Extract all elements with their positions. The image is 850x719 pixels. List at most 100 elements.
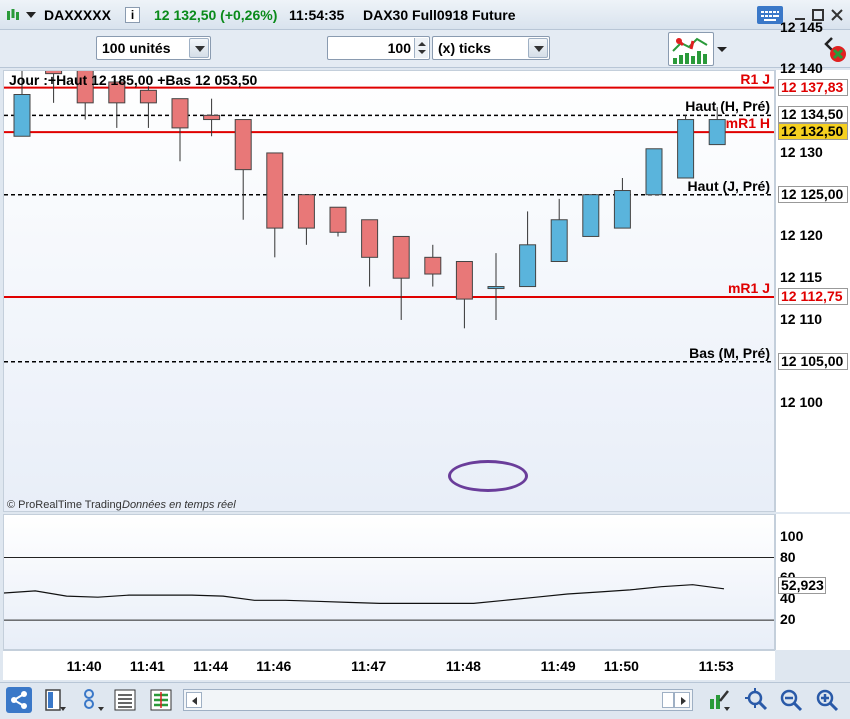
- oscillator-canvas: [4, 557, 774, 621]
- oscillator-value-box: 52,923: [778, 576, 826, 594]
- candle-body: [708, 119, 726, 146]
- chart-type-icon[interactable]: [668, 32, 714, 66]
- candle-body: [582, 194, 600, 237]
- oscillator-line: [4, 584, 725, 605]
- candle-body: [297, 194, 315, 229]
- oscillator-tick: 100: [780, 527, 804, 544]
- candle-body: [677, 119, 695, 179]
- candle-body: [234, 119, 252, 171]
- time-tick: 11:44: [193, 658, 229, 674]
- price-tick: 12 140: [780, 60, 823, 77]
- tools-icon[interactable]: [706, 687, 732, 713]
- ticks-value-input[interactable]: 100: [327, 36, 430, 60]
- menu-chevron-icon[interactable]: [26, 12, 36, 18]
- time-tick: 11:46: [256, 658, 292, 674]
- price-tick: 12 100: [780, 394, 823, 411]
- oscillator-tick: 20: [780, 611, 796, 628]
- info-icon[interactable]: i: [125, 7, 140, 23]
- ticks-value: 100: [387, 40, 411, 56]
- level-value-box: 12 112,75: [778, 287, 848, 305]
- candle-body: [613, 190, 631, 229]
- candle-body: [329, 206, 347, 233]
- time-tick: 11:49: [540, 658, 576, 674]
- level-label: Haut (H, Pré): [685, 98, 770, 115]
- time-tick: 11:47: [351, 658, 387, 674]
- candle-body: [266, 152, 284, 229]
- candle-body: [361, 219, 379, 258]
- clock-time: 11:54:35: [289, 7, 345, 23]
- candle-body: [455, 261, 473, 300]
- last-price-change: 12 132,50 (+0,26%): [154, 7, 278, 23]
- title-bar: DAXXXXX i 12 132,50 (+0,26%) 11:54:35 DA…: [0, 0, 850, 30]
- zoom-out-icon[interactable]: [778, 687, 804, 713]
- level-value-box: 12 105,00: [778, 352, 848, 370]
- autoscale-icon[interactable]: [744, 687, 770, 713]
- ticks-mode-dropdown-icon[interactable]: [528, 38, 548, 58]
- candle-body: [392, 235, 410, 279]
- price-tick: 12 145: [780, 18, 823, 35]
- time-tick: 11:48: [445, 658, 481, 674]
- level-label: R1 J: [740, 70, 770, 87]
- oscillator-panel[interactable]: [3, 514, 775, 650]
- candle-body: [203, 114, 221, 121]
- units-select-value: 100 unités: [102, 40, 171, 56]
- price-chart-canvas: [4, 71, 774, 363]
- ticks-mode-select[interactable]: (x) ticks: [432, 36, 550, 60]
- candle-body: [487, 286, 505, 290]
- bottom-toolbar: [0, 682, 850, 719]
- time-tick: 11:50: [603, 658, 639, 674]
- zoom-in-icon[interactable]: [814, 687, 840, 713]
- price-tick: 12 130: [780, 143, 823, 160]
- scroll-thumb[interactable]: [662, 692, 674, 708]
- ticks-mode-value: (x) ticks: [438, 40, 491, 56]
- candle-body: [519, 244, 537, 288]
- candle-body: [139, 89, 157, 104]
- candle-body: [13, 94, 31, 137]
- scroll-left-icon[interactable]: [186, 692, 202, 708]
- level-value-box: 12 134,50: [778, 106, 848, 124]
- oscillator-tick: 80: [780, 548, 796, 565]
- time-tick: 11:41: [129, 658, 165, 674]
- price-tick: 12 115: [780, 269, 823, 286]
- close-icon[interactable]: [829, 7, 845, 23]
- indicators-icon[interactable]: [80, 687, 106, 713]
- last-price-box: 12 132,50: [778, 123, 848, 141]
- level-label: Haut (J, Pré): [687, 177, 770, 194]
- level-value-box: 12 137,83: [778, 78, 848, 96]
- ticks-stepper-icon[interactable]: [414, 38, 428, 58]
- oscillator-scale[interactable]: 1008060402052,923: [775, 514, 850, 650]
- instrument-name[interactable]: DAXXXXX: [44, 7, 111, 23]
- candle-body: [171, 98, 189, 129]
- units-select[interactable]: 100 unités: [96, 36, 211, 60]
- panel-toggle-icon[interactable]: [822, 34, 848, 66]
- candle-body: [645, 148, 663, 196]
- price-tick: 12 110: [780, 310, 823, 327]
- time-tick: 11:40: [66, 658, 102, 674]
- scroll-right-icon[interactable]: [674, 692, 690, 708]
- candle-body: [550, 219, 568, 262]
- candle-body: [424, 256, 442, 275]
- day-range-header: Jour :+Haut 12 185,00 +Bas 12 053,50: [9, 72, 258, 88]
- level-label: mR1 H: [725, 115, 770, 132]
- list-icon[interactable]: [112, 687, 138, 713]
- price-scale[interactable]: 12 145 12 140 12 130 12 120 12 115 12 110 12 1…: [775, 19, 850, 512]
- time-tick: 11:53: [698, 658, 734, 674]
- price-tick: 12 120: [780, 227, 823, 244]
- chart-type-dropdown-icon[interactable]: [715, 38, 729, 60]
- share-icon[interactable]: [6, 687, 32, 713]
- price-chart[interactable]: Jour :+Haut 12 185,00 +Bas 12 053,50 © P…: [3, 70, 775, 512]
- table-icon[interactable]: [148, 687, 174, 713]
- drag-grip-icon[interactable]: [6, 8, 20, 22]
- footer-brand: © ProRealTime Trading: [7, 499, 122, 511]
- time-scale[interactable]: 11:40 11:41 11:44 11:46 11:47 11:48 11:49 11:50…: [3, 650, 775, 680]
- highlight-ellipse: [448, 460, 528, 492]
- horizontal-scrollbar[interactable]: [183, 689, 693, 711]
- layout-icon[interactable]: [42, 687, 68, 713]
- footer-status: Données en temps réel: [122, 499, 236, 511]
- units-dropdown-icon[interactable]: [189, 38, 209, 58]
- instrument-description: DAX30 Full0918 Future: [363, 7, 516, 23]
- level-label: Bas (M, Pré): [689, 344, 770, 361]
- level-label: mR1 J: [727, 279, 770, 296]
- level-value-box: 12 125,00: [778, 185, 848, 203]
- chart-toolbar: 100 unités 100 (x) ticks: [0, 30, 850, 68]
